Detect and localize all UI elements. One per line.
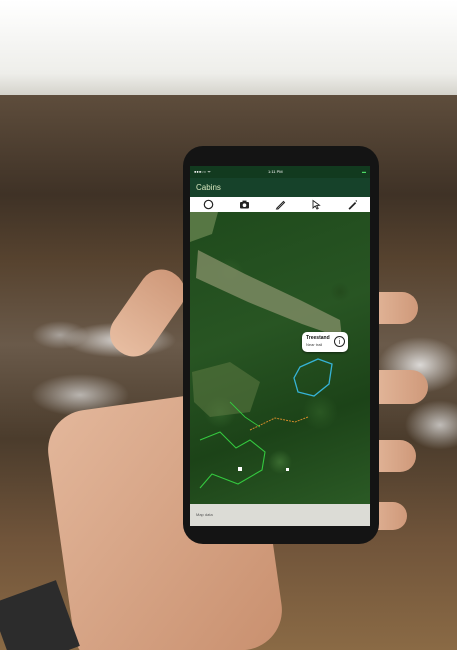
trail-orange (249, 416, 309, 431)
status-time: 1:11 PM (268, 169, 283, 174)
bottom-text: Map data (196, 512, 213, 517)
phone-screen: ●●●○○ ᯤ 1:11 PM ▬ Cabins Treestand Near … (190, 166, 370, 526)
pencil-icon[interactable] (274, 198, 287, 211)
map-toolbar (190, 197, 370, 212)
satellite-map[interactable]: Treestand Near trail i (190, 212, 370, 504)
cabin-marker (238, 467, 242, 471)
clearing-patch (190, 212, 218, 242)
cabin-marker-2 (286, 468, 289, 471)
field-patch (192, 362, 260, 417)
callout-subtitle: Near trail (306, 342, 323, 347)
photo-scene: ●●●○○ ᯤ 1:11 PM ▬ Cabins Treestand Near … (0, 0, 457, 650)
map-callout[interactable]: Treestand Near trail i (302, 332, 348, 352)
status-signal: ●●●○○ ᯤ (194, 169, 211, 174)
info-icon[interactable]: i (334, 336, 345, 347)
pointer-icon[interactable] (310, 198, 323, 211)
camera-icon[interactable] (238, 198, 251, 211)
status-bar: ●●●○○ ᯤ 1:11 PM ▬ (190, 166, 370, 178)
app-bar: Cabins (190, 178, 370, 197)
battery-icon: ▬ (362, 169, 366, 174)
polygon-shape (293, 358, 333, 397)
trail-green (199, 431, 266, 489)
callout-title: Treestand (306, 335, 330, 341)
circle-tool-icon[interactable] (202, 198, 215, 211)
sky (0, 0, 457, 105)
clearing-strip (196, 250, 342, 338)
app-title: Cabins (196, 183, 221, 192)
pen-icon[interactable] (346, 198, 359, 211)
bottom-bar: Map data (190, 504, 370, 526)
